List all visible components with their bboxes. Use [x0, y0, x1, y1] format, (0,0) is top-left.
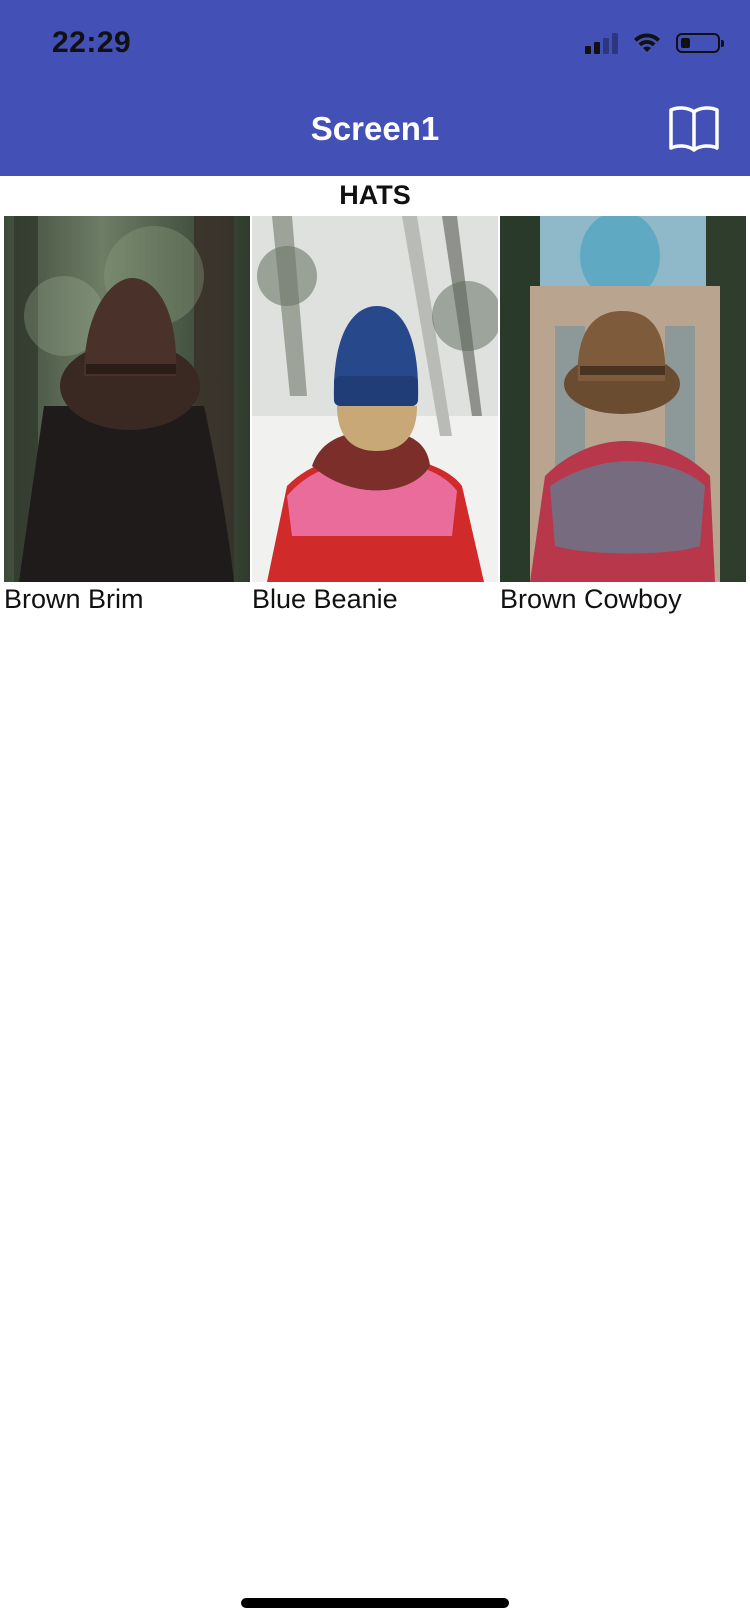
home-indicator[interactable]	[241, 1598, 509, 1608]
hat-card-brown-brim[interactable]: Brown Brim	[4, 216, 252, 615]
book-icon[interactable]	[668, 104, 720, 152]
app-screen: 22:29 Screen1 HATS Brown Brim Blue Beani…	[0, 0, 750, 1624]
status-icons	[585, 32, 724, 54]
hat-label: Brown Cowboy	[500, 584, 682, 614]
hat-grid: Brown Brim Blue Beanie Brown Cowboy	[4, 216, 748, 615]
hat-card-blue-beanie[interactable]: Blue Beanie	[252, 216, 500, 615]
battery-icon	[676, 33, 724, 53]
hat-photo-blue-beanie	[252, 216, 498, 582]
app-bar: 22:29 Screen1	[0, 0, 750, 176]
hat-card-brown-cowboy[interactable]: Brown Cowboy	[500, 216, 748, 615]
hat-label: Blue Beanie	[252, 584, 398, 614]
page-title: Screen1	[310, 110, 440, 147]
hat-photo-brown-cowboy	[500, 216, 746, 582]
signal-icon	[585, 32, 618, 54]
wifi-icon	[634, 33, 660, 52]
status-time: 22:29	[52, 26, 132, 59]
hat-label: Brown Brim	[4, 584, 144, 614]
section-title: HATS	[339, 180, 411, 210]
hat-photo-brown-brim	[4, 216, 250, 582]
